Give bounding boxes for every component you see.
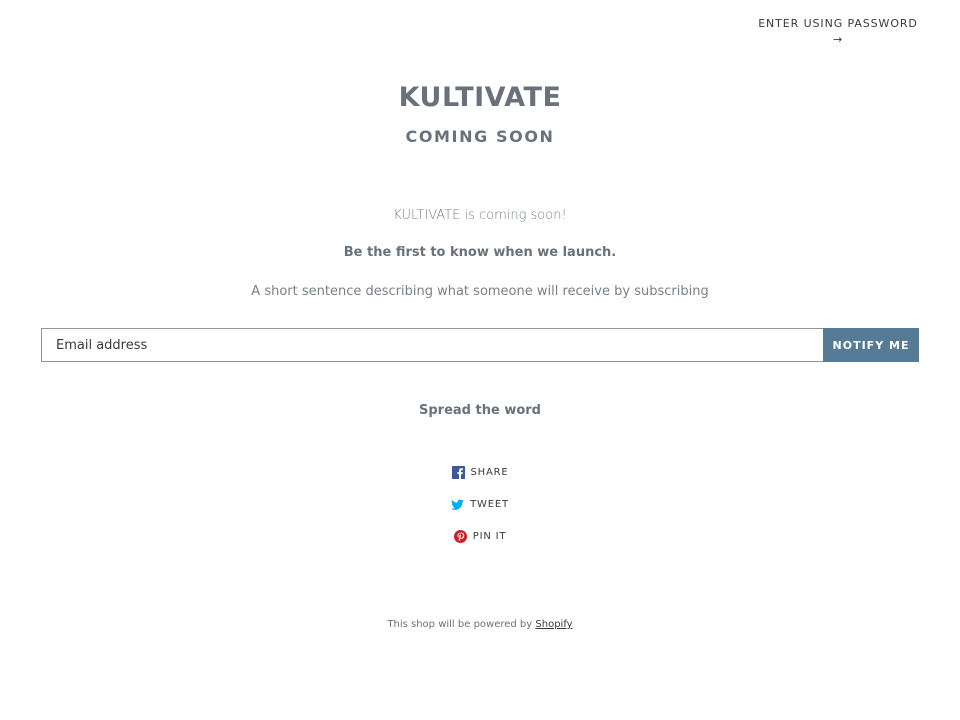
launch-message: Be the first to know when we launch. — [343, 245, 617, 260]
newsletter-form: NOTIFY ME — [41, 328, 919, 362]
enter-using-password-link[interactable]: ENTER USING PASSWORD → — [756, 16, 920, 48]
share-facebook-link[interactable]: SHARE — [451, 466, 509, 479]
notify-me-button[interactable]: NOTIFY ME — [823, 328, 919, 362]
footer-text: This shop will be powered by Shopify — [0, 619, 960, 630]
pin-it-label: PIN IT — [472, 531, 507, 542]
coming-soon-message: KULTIVATE is coming soon! — [393, 208, 567, 223]
pin-row: PIN IT — [0, 528, 960, 547]
coming-soon-subtitle: COMING SOON — [405, 127, 555, 146]
brand-title: KULTIVATE — [398, 82, 562, 113]
facebook-icon — [451, 466, 465, 479]
tweet-row: TWEET — [0, 496, 960, 515]
share-pinterest-link[interactable]: PIN IT — [453, 530, 507, 543]
password-link-label: ENTER USING PASSWORD — [758, 17, 918, 30]
share-row: SHARE — [0, 464, 960, 483]
pinterest-icon — [453, 530, 467, 543]
footer-powered-by: This shop will be powered by — [387, 619, 533, 630]
share-twitter-link[interactable]: TWEET — [451, 498, 509, 511]
shopify-link[interactable]: Shopify — [535, 619, 572, 630]
email-input[interactable] — [41, 328, 823, 362]
spread-the-word-heading: Spread the word — [419, 403, 541, 418]
twitter-icon — [451, 499, 465, 510]
tweet-label: TWEET — [470, 499, 509, 510]
share-label: SHARE — [470, 467, 509, 478]
subscribe-description: A short sentence describing what someone… — [251, 284, 709, 299]
arrow-right-icon: → — [832, 33, 844, 46]
